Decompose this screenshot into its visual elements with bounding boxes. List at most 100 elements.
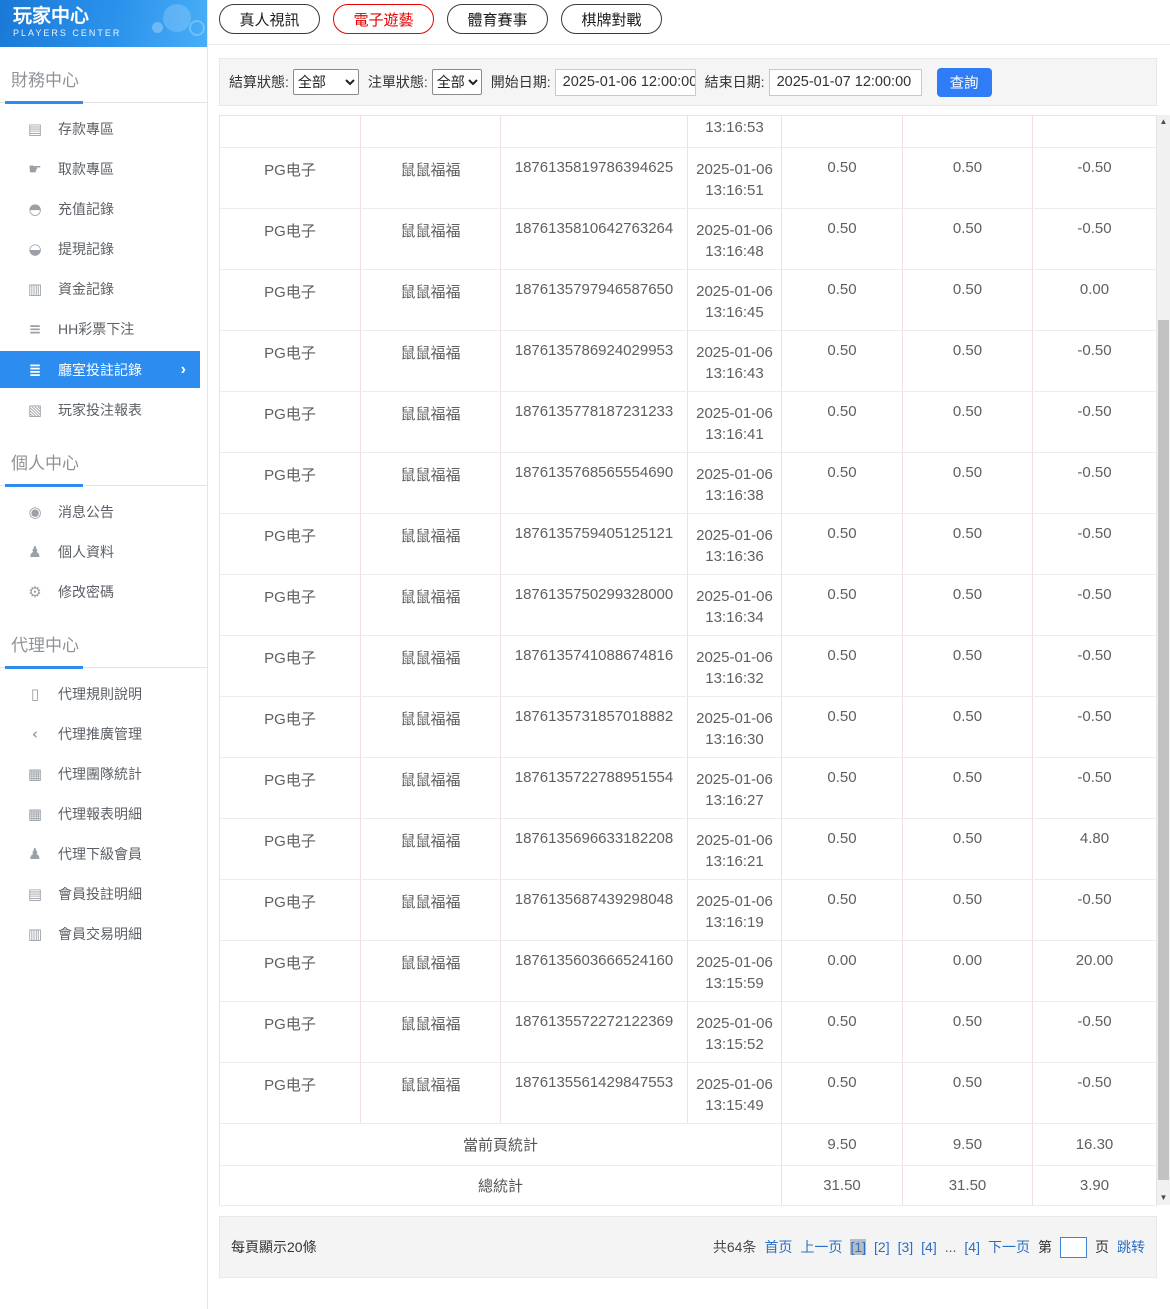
section-items: ◉ 消息公告 ♟ 個人資料 ⚙ 修改密碼: [0, 492, 207, 612]
cell-bet-amount: 0.50: [781, 269, 903, 331]
sidebar-item-funds-log[interactable]: ▥ 資金記錄: [0, 269, 207, 309]
cell-winloss: -0.50: [1032, 1062, 1157, 1124]
scrollbar-down-arrow-icon[interactable]: ▼: [1157, 1191, 1170, 1205]
page-summary-row: 當前頁統計 9.50 9.50 16.30: [219, 1123, 1157, 1166]
gamepad-decoration-icon: [163, 4, 191, 32]
team-stats-icon: ▦: [27, 765, 43, 783]
page-number-links: [1] [2] [3] [4]... [4]: [850, 1239, 980, 1255]
cell-valid-bet: 0.50: [902, 208, 1033, 270]
cell-winloss: -0.50: [1032, 757, 1157, 819]
table-row: PG电子 鼠鼠福福 1876135797946587650 2025-01-06…: [219, 269, 1157, 331]
scrollbar-thumb[interactable]: [1158, 320, 1169, 1180]
member-transactions-icon: ▥: [27, 925, 43, 943]
sidebar-item-agent-team[interactable]: ▦ 代理團隊統計: [0, 754, 207, 794]
cell-bet-amount: 0.50: [781, 818, 903, 880]
sidebar-item-announcements[interactable]: ◉ 消息公告: [0, 492, 207, 532]
cell-time: 2025-01-06 13:15:59: [687, 940, 782, 1002]
prev-page-link[interactable]: 上一页: [800, 1237, 842, 1257]
cell-order-id: 1876135786924029953: [500, 330, 688, 392]
cell-bet-amount: 0.50: [781, 330, 903, 392]
deposit-card-icon: ▤: [27, 120, 43, 138]
cell-time: 2025-01-06 13:16:19: [687, 879, 782, 941]
document-icon: ▯: [30, 685, 40, 703]
sidebar-item-member-bets[interactable]: ▤ 會員投註明細: [0, 874, 207, 914]
cell-game-name: 鼠鼠福福: [360, 513, 501, 575]
cell-valid-bet: 0.50: [902, 330, 1033, 392]
table-row: PG电子 鼠鼠福福 1876135810642763264 2025-01-06…: [219, 208, 1157, 270]
page-link-4[interactable]: [4]: [921, 1239, 937, 1255]
end-date-label: 結束日期:: [704, 74, 765, 90]
cell-time: 2025-01-06 13:16:21: [687, 818, 782, 880]
sidebar-section: 財務中心 ▤ 存款專區 ☛ 取款專區 ◓ 充值記錄 ◒ 提現記錄 ▥ 資金記錄 …: [0, 51, 207, 430]
cell-game-name: 鼠鼠福福: [360, 879, 501, 941]
cell-winloss: -0.50: [1032, 208, 1157, 270]
sidebar-item-recharge-log[interactable]: ◓ 充值記錄: [0, 189, 207, 229]
table-row: PG电子 鼠鼠福福 1876135759405125121 2025-01-06…: [219, 513, 1157, 575]
table-row: PG电子 鼠鼠福福 1876135572272122369 2025-01-06…: [219, 1001, 1157, 1063]
table-row: PG电子 鼠鼠福福 1876135819786394625 2025-01-06…: [219, 147, 1157, 209]
table-row: PG电子 鼠鼠福福 1876135561429847553 2025-01-06…: [219, 1062, 1157, 1124]
tab-slots[interactable]: 電子遊藝: [333, 4, 434, 34]
sidebar-header: 玩家中心 PLAYERS CENTER: [0, 0, 207, 47]
table-row: PG电子 鼠鼠福福 1876135768565554690 2025-01-06…: [219, 452, 1157, 514]
cell-bet-amount: 0.50: [781, 1001, 903, 1063]
sidebar-item-withdraw-log[interactable]: ◒ 提現記錄: [0, 229, 207, 269]
tab-board-games[interactable]: 棋牌對戰: [561, 4, 662, 34]
first-page-link[interactable]: 首页: [764, 1237, 792, 1257]
cell-winloss: 20.00: [1032, 940, 1157, 1002]
jump-page-input[interactable]: [1060, 1236, 1087, 1258]
sidebar-item-lottery-bets[interactable]: ≡ HH彩票下注: [0, 309, 207, 349]
cell-game-name: 鼠鼠福福: [360, 147, 501, 209]
cell-time: 2025-01-06 13:16:38: [687, 452, 782, 514]
cell-time: 2025-01-06 13:16:41: [687, 391, 782, 453]
sidebar-item-agent-promo[interactable]: ‹ 代理推廣管理: [0, 714, 207, 754]
cell-order-id: 1876135768565554690: [500, 452, 688, 514]
sidebar-item-agent-members[interactable]: ♟ 代理下級會員: [0, 834, 207, 874]
page-summary-label: 當前頁統計: [219, 1123, 782, 1166]
cell-valid-bet: 0.50: [902, 269, 1033, 331]
cell-game-name: 鼠鼠福福: [360, 635, 501, 697]
next-page-link[interactable]: 下一页: [988, 1237, 1030, 1257]
sidebar-item-agent-rules[interactable]: ▯ 代理規則說明: [0, 674, 207, 714]
total-summary-valid: 31.50: [902, 1165, 1033, 1206]
scrollbar-track[interactable]: ▲ ▼: [1157, 115, 1170, 1205]
page-link-3[interactable]: [3]: [898, 1239, 914, 1255]
section-title: 代理中心: [0, 616, 207, 669]
cell-valid-bet: 0.50: [902, 391, 1033, 453]
table-row: PG电子 鼠鼠福福 1876135786924029953 2025-01-06…: [219, 330, 1157, 392]
category-tabs: 真人視訊 電子遊藝 體育賽事 棋牌對戰: [208, 0, 1170, 45]
table-row: PG电子 鼠鼠福福 1876135687439298048 2025-01-06…: [219, 879, 1157, 941]
end-date-input[interactable]: [768, 68, 922, 96]
search-button[interactable]: 查詢: [936, 67, 992, 97]
tab-sports[interactable]: 體育賽事: [447, 4, 548, 34]
sidebar-item-room-bets[interactable]: ≣ 廳室投註記錄 ›: [0, 351, 200, 388]
jump-label-suffix: 页: [1095, 1239, 1109, 1255]
settle-status-select[interactable]: 全部: [292, 69, 359, 95]
scrollbar-up-arrow-icon[interactable]: ▲: [1157, 115, 1170, 129]
cell-game-name: 鼠鼠福福: [360, 818, 501, 880]
person-icon: ♟: [28, 543, 42, 561]
total-summary-bet: 31.50: [781, 1165, 903, 1206]
sidebar-item-agent-report[interactable]: ▦ 代理報表明細: [0, 794, 207, 834]
sidebar-item-player-report[interactable]: ▧ 玩家投注報表: [0, 390, 207, 430]
start-date-input[interactable]: [554, 68, 696, 96]
tab-live-casino[interactable]: 真人視訊: [219, 4, 320, 34]
cell-time: 2025-01-06 13:15:52: [687, 1001, 782, 1063]
cell-platform: PG电子: [219, 513, 361, 575]
sidebar-item-profile[interactable]: ♟ 個人資料: [0, 532, 207, 572]
withdrawal-record-icon: ◒: [28, 240, 42, 258]
sidebar-item-password[interactable]: ⚙ 修改密碼: [0, 572, 207, 612]
order-status-select[interactable]: 全部: [431, 69, 482, 95]
jump-button[interactable]: 跳转: [1117, 1237, 1145, 1257]
sidebar-item-withdraw[interactable]: ☛ 取款專區: [0, 149, 207, 189]
page-link-2[interactable]: [2]: [874, 1239, 890, 1255]
jump-label-prefix: 第: [1038, 1239, 1052, 1255]
main-content: 真人視訊 電子遊藝 體育賽事 棋牌對戰 結算狀態: 全部 注單狀態: 全部 開始…: [208, 0, 1170, 1309]
sidebar-item-deposit[interactable]: ▤ 存款專區: [0, 109, 207, 149]
table-row: PG电子 鼠鼠福福 1876135750299328000 2025-01-06…: [219, 574, 1157, 636]
sidebar-item-member-trans[interactable]: ▥ 會員交易明細: [0, 914, 207, 954]
player-report-icon: ▧: [27, 401, 43, 419]
cell-time: 2025-01-06 13:15:49: [687, 1062, 782, 1124]
page-link-1[interactable]: [1]: [850, 1239, 867, 1255]
page-link-6[interactable]: [4]: [964, 1239, 980, 1255]
